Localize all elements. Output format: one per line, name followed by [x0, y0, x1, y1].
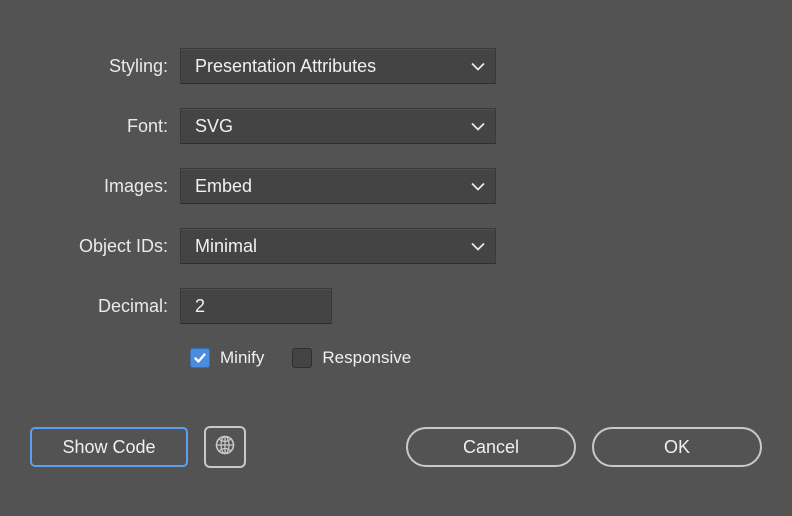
checkbox-minify-box: [190, 348, 210, 368]
ok-button[interactable]: OK: [592, 427, 762, 467]
chevron-down-icon: [471, 236, 485, 257]
show-code-label: Show Code: [62, 437, 155, 458]
cancel-button[interactable]: Cancel: [406, 427, 576, 467]
button-row: Show Code Cancel OK: [30, 426, 762, 468]
checkbox-minify[interactable]: Minify: [190, 348, 264, 368]
row-font: Font: SVG: [30, 108, 762, 144]
chevron-down-icon: [471, 176, 485, 197]
chevron-down-icon: [471, 56, 485, 77]
label-object-ids: Object IDs:: [30, 236, 180, 257]
select-font-value: SVG: [195, 116, 233, 137]
row-object-ids: Object IDs: Minimal: [30, 228, 762, 264]
select-object-ids-value: Minimal: [195, 236, 257, 257]
row-styling: Styling: Presentation Attributes: [30, 48, 762, 84]
select-font[interactable]: SVG: [180, 108, 496, 144]
show-code-button[interactable]: Show Code: [30, 427, 188, 467]
checkbox-responsive-label: Responsive: [322, 348, 411, 368]
select-images-value: Embed: [195, 176, 252, 197]
select-object-ids[interactable]: Minimal: [180, 228, 496, 264]
label-decimal: Decimal:: [30, 296, 180, 317]
select-images[interactable]: Embed: [180, 168, 496, 204]
checkbox-responsive[interactable]: Responsive: [292, 348, 411, 368]
select-styling[interactable]: Presentation Attributes: [180, 48, 496, 84]
row-decimal: Decimal: 2: [30, 288, 762, 324]
ok-label: OK: [664, 437, 690, 458]
checkbox-row: Minify Responsive: [190, 348, 762, 368]
globe-icon: [214, 434, 236, 461]
cancel-label: Cancel: [463, 437, 519, 458]
label-styling: Styling:: [30, 56, 180, 77]
checkbox-minify-label: Minify: [220, 348, 264, 368]
checkbox-responsive-box: [292, 348, 312, 368]
input-decimal[interactable]: 2: [180, 288, 332, 324]
input-decimal-value: 2: [195, 296, 205, 317]
svg-options-panel: Styling: Presentation Attributes Font: S…: [0, 0, 792, 496]
select-styling-value: Presentation Attributes: [195, 56, 376, 77]
label-font: Font:: [30, 116, 180, 137]
web-preview-button[interactable]: [204, 426, 246, 468]
label-images: Images:: [30, 176, 180, 197]
row-images: Images: Embed: [30, 168, 762, 204]
chevron-down-icon: [471, 116, 485, 137]
